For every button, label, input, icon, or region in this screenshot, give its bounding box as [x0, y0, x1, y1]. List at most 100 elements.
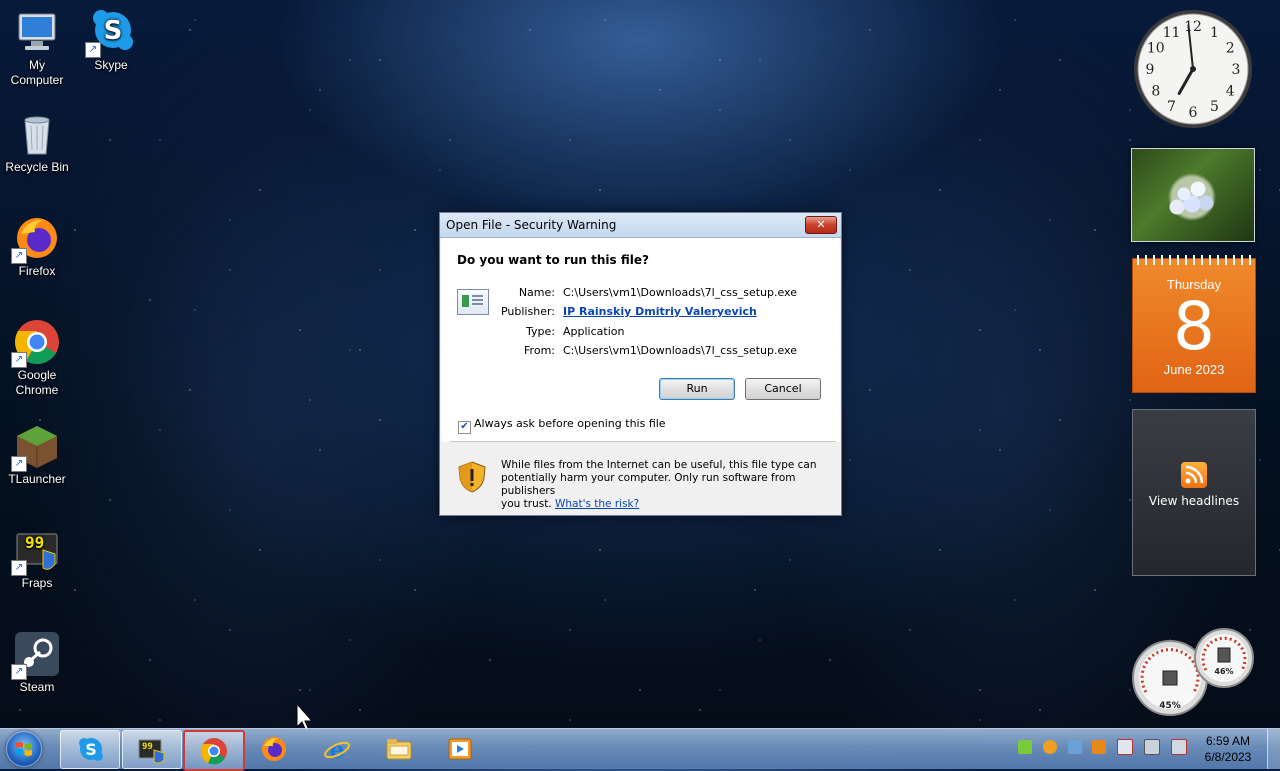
- show-desktop-button[interactable]: [1267, 729, 1280, 769]
- windows-logo-icon: [16, 742, 32, 756]
- slideshow-gadget[interactable]: [1131, 148, 1255, 242]
- desktop-icon-label: Google Chrome: [15, 368, 59, 397]
- skype-icon: S: [79, 738, 103, 761]
- desktop-icon-recycle-bin[interactable]: Recycle Bin: [1, 110, 73, 175]
- shortcut-arrow-icon: ↗: [11, 664, 27, 680]
- desktop-icon-tlauncher[interactable]: ↗ TLauncher: [1, 422, 73, 487]
- skype-icon: S ↗: [85, 8, 135, 58]
- type-row: Type: Application: [497, 325, 624, 338]
- type-value: Application: [563, 325, 625, 338]
- clock-hour-number: 8: [1151, 84, 1160, 100]
- run-button[interactable]: Run: [659, 378, 735, 400]
- publisher-row: Publisher: IP Rainskiy Dmitriy Valeryevic…: [497, 305, 757, 318]
- taskbar-internet-explorer[interactable]: e: [308, 730, 366, 767]
- taskbar-skype[interactable]: S: [60, 730, 120, 769]
- taskbar: S 99 e 6:59 AM 6/8/2023: [0, 728, 1280, 771]
- calendar-month-year: June 2023: [1163, 362, 1225, 377]
- steam-icon: ↗: [11, 630, 61, 680]
- calendar-gadget[interactable]: Thursday 8 June 2023: [1132, 255, 1256, 393]
- taskbar-time: 6:59 AM: [1205, 734, 1251, 748]
- svg-text:S: S: [85, 740, 97, 759]
- dialog-title: Open File - Security Warning: [446, 218, 617, 232]
- clock-hour-number: 3: [1232, 62, 1241, 78]
- clock-hour-number: 12: [1184, 19, 1202, 35]
- desktop-icon-fraps[interactable]: 99 ↗ Fraps: [1, 526, 73, 591]
- security-warning-dialog[interactable]: Open File - Security Warning ✕ Do you wa…: [439, 212, 842, 516]
- desktop-icon-label: My Computer: [10, 58, 64, 87]
- cpu-meter-gadget[interactable]: 45% 46%: [1132, 628, 1254, 720]
- feed-headlines-gadget[interactable]: View headlines: [1132, 409, 1256, 576]
- clock-hour-number: 5: [1210, 99, 1219, 115]
- recycle-bin-icon: [13, 110, 61, 158]
- security-shield-icon: [458, 461, 486, 493]
- tray-action-center-icon[interactable]: [1117, 739, 1134, 755]
- from-row: From: C:\Users\vm1\Downloads\7l_css_setup…: [497, 344, 797, 357]
- system-tray: [1018, 739, 1194, 759]
- clock-gadget[interactable]: 12 1 2 3 4 5 6 7 8 9 10 11: [1132, 8, 1254, 130]
- calendar-rings: [1137, 255, 1251, 265]
- from-label: From:: [524, 344, 555, 357]
- warning-line-3: you trust.: [501, 498, 552, 510]
- security-warning-text: While files from the Internet can be use…: [501, 459, 821, 511]
- dialog-question: Do you want to run this file?: [457, 253, 649, 267]
- memory-percent: 46%: [1214, 667, 1233, 676]
- desktop-icon-my-computer[interactable]: My Computer: [1, 8, 73, 88]
- always-ask-label[interactable]: Always ask before opening this file: [474, 417, 666, 430]
- calendar-day: 8: [1173, 288, 1215, 365]
- taskbar-firefox[interactable]: [245, 730, 303, 767]
- warning-line-2: potentially harm your computer. Only run…: [501, 472, 796, 497]
- file-explorer-icon: [386, 739, 412, 760]
- computer-icon: [13, 8, 61, 56]
- desktop-icon-label: Recycle Bin: [5, 160, 69, 174]
- desktop-icon-firefox[interactable]: ↗ Firefox: [1, 214, 73, 279]
- tray-app-icon[interactable]: [1018, 740, 1032, 754]
- desktop-icon-steam[interactable]: ↗ Steam: [1, 630, 73, 695]
- desktop-icon-label: Firefox: [18, 264, 56, 278]
- rss-icon: [1181, 462, 1207, 488]
- view-headlines-label[interactable]: View headlines: [1133, 494, 1255, 508]
- from-value: C:\Users\vm1\Downloads\7l_css_setup.exe: [563, 344, 797, 357]
- firefox-icon: ↗: [11, 214, 61, 264]
- dialog-content: Do you want to run this file? Name: C:\Us…: [441, 238, 840, 442]
- cancel-button[interactable]: Cancel: [745, 378, 821, 400]
- desktop-icon-label: Skype: [94, 58, 128, 72]
- start-button[interactable]: [6, 731, 42, 767]
- clock-hour-number: 2: [1226, 41, 1235, 57]
- publisher-link[interactable]: IP Rainskiy Dmitriy Valeryevich: [563, 305, 757, 318]
- file-name-row: Name: C:\Users\vm1\Downloads\7l_css_setup…: [497, 286, 797, 299]
- taskbar-media-player[interactable]: [431, 730, 489, 767]
- tray-volume-muted-icon[interactable]: [1170, 739, 1187, 755]
- chrome-icon: [200, 738, 227, 765]
- tray-network-icon[interactable]: [1144, 739, 1161, 755]
- name-label: Name:: [518, 286, 555, 299]
- cpu-percent: 45%: [1159, 701, 1181, 711]
- shortcut-arrow-icon: ↗: [11, 456, 27, 472]
- whats-the-risk-link[interactable]: What's the risk?: [555, 498, 639, 510]
- desktop-icon-label: Fraps: [21, 576, 53, 590]
- svg-text:e: e: [329, 735, 344, 763]
- clock-hour-number: 9: [1146, 62, 1155, 78]
- tray-fraps-icon[interactable]: [1092, 740, 1107, 754]
- warning-line-1: While files from the Internet can be use…: [501, 459, 817, 471]
- desktop-icon-label: Steam: [19, 680, 55, 694]
- dialog-divider: [450, 441, 836, 442]
- desktop-icon-skype[interactable]: S ↗ Skype: [75, 8, 147, 73]
- dialog-titlebar[interactable]: Open File - Security Warning ✕: [440, 213, 841, 238]
- tray-search-icon[interactable]: [1042, 740, 1057, 754]
- clock-hour-number: 11: [1163, 25, 1181, 41]
- tlauncher-icon: ↗: [11, 422, 61, 472]
- taskbar-fraps[interactable]: 99: [122, 730, 182, 769]
- always-ask-checkbox[interactable]: ✔: [458, 421, 471, 434]
- fraps-icon: 99: [138, 739, 165, 764]
- taskbar-chrome[interactable]: [183, 730, 245, 771]
- always-ask-option[interactable]: ✔ Always ask before opening this file: [458, 417, 666, 434]
- clock-hour-number: 10: [1147, 41, 1165, 57]
- svg-text:99: 99: [142, 742, 153, 752]
- tray-monitor-icon[interactable]: [1067, 740, 1082, 754]
- name-value: C:\Users\vm1\Downloads\7l_css_setup.exe: [563, 286, 797, 299]
- taskbar-file-explorer[interactable]: [370, 730, 428, 767]
- desktop-icon-google-chrome[interactable]: ↗ Google Chrome: [1, 318, 73, 398]
- close-button[interactable]: ✕: [805, 216, 837, 234]
- taskbar-clock[interactable]: 6:59 AM 6/8/2023: [1196, 733, 1260, 765]
- taskbar-date: 6/8/2023: [1204, 750, 1252, 764]
